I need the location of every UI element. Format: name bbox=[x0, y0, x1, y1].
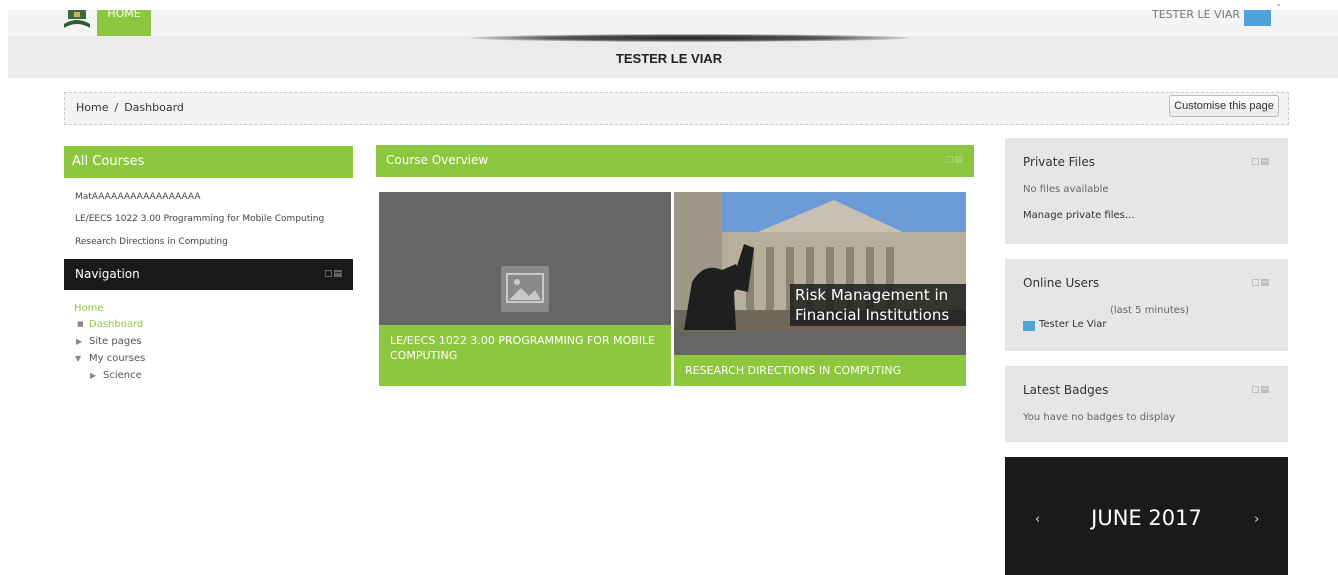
user-avatar bbox=[1023, 321, 1035, 331]
collapse-arrow-icon[interactable]: ▼ bbox=[75, 354, 81, 363]
navigation-title: Navigation bbox=[75, 267, 140, 281]
nav-dashboard[interactable]: Dashboard bbox=[89, 319, 143, 330]
course-card-caption[interactable]: RESEARCH DIRECTIONS IN COMPUTING bbox=[674, 355, 966, 386]
course-card-caption[interactable]: LE/EECS 1022 3.00 PROGRAMMING FOR MOBILE… bbox=[379, 325, 671, 386]
user-menu-name[interactable]: TESTER LE VIAR bbox=[1152, 8, 1240, 21]
course-card[interactable]: LE/EECS 1022 3.00 PROGRAMMING FOR MOBILE… bbox=[379, 192, 671, 386]
nav-science[interactable]: Science bbox=[103, 370, 142, 381]
image-placeholder-icon bbox=[501, 266, 549, 312]
breadcrumb: Home / Dashboard bbox=[76, 101, 184, 114]
block-controls-icon[interactable]: ▢▤ bbox=[324, 269, 343, 279]
course-overview-title: Course Overview bbox=[386, 153, 489, 167]
nav-home[interactable]: Home bbox=[74, 303, 104, 314]
breadcrumb-dashboard: Dashboard bbox=[124, 101, 184, 114]
course-overview-header: Course Overview ▢▤ bbox=[376, 145, 974, 177]
no-files-text: No files available bbox=[1023, 184, 1109, 195]
online-users-title: Online Users bbox=[1023, 276, 1100, 290]
breadcrumb-bar bbox=[64, 92, 1289, 125]
breadcrumb-separator: / bbox=[114, 101, 119, 114]
top-navbar bbox=[8, 10, 1338, 36]
customise-page-button[interactable]: Customise this page bbox=[1169, 95, 1279, 117]
expand-arrow-icon[interactable]: ▶ bbox=[90, 371, 96, 380]
block-controls-icon[interactable]: ▢▤ bbox=[945, 155, 964, 165]
navigation-header: Navigation ▢▤ bbox=[64, 259, 353, 290]
course-card[interactable]: Risk Management in Financial Institution… bbox=[674, 192, 966, 386]
home-tab[interactable]: HOME bbox=[97, 8, 151, 36]
block-controls-icon[interactable]: ▢▤ bbox=[1251, 157, 1270, 167]
user-menu-caret-icon[interactable]: ˇ bbox=[1276, 4, 1281, 15]
private-files-title: Private Files bbox=[1023, 155, 1095, 169]
header-decoration bbox=[470, 34, 910, 42]
course-image-title: Risk Management in Financial Institution… bbox=[790, 284, 966, 326]
online-users-block: Online Users ▢▤ (last 5 minutes) Tester … bbox=[1005, 259, 1288, 351]
online-period-text: (last 5 minutes) bbox=[1110, 305, 1190, 316]
bullet-icon: ■ bbox=[77, 320, 84, 328]
latest-badges-block: Latest Badges ▢▤ You have no badges to d… bbox=[1005, 366, 1288, 442]
site-logo-icon[interactable] bbox=[64, 10, 90, 30]
private-files-block: Private Files ▢▤ No files available Mana… bbox=[1005, 138, 1288, 244]
breadcrumb-home[interactable]: Home bbox=[76, 101, 108, 114]
online-user-link[interactable]: Tester Le Viar bbox=[1039, 319, 1107, 330]
expand-arrow-icon[interactable]: ▶ bbox=[76, 337, 82, 346]
block-controls-icon[interactable]: ▢▤ bbox=[1251, 385, 1270, 395]
course-link[interactable]: Research Directions in Computing bbox=[75, 237, 228, 247]
manage-private-files-link[interactable]: Manage private files... bbox=[1023, 210, 1134, 221]
all-courses-header: All Courses bbox=[64, 146, 353, 178]
calendar-month: JUNE 2017 bbox=[1091, 506, 1202, 530]
block-controls-icon[interactable]: ▢▤ bbox=[1251, 278, 1270, 288]
page-title: TESTER LE VIAR bbox=[615, 51, 723, 66]
no-badges-text: You have no badges to display bbox=[1023, 412, 1176, 423]
user-avatar[interactable] bbox=[1244, 10, 1271, 26]
calendar-block: ‹ JUNE 2017 › bbox=[1005, 457, 1288, 575]
nav-site-pages[interactable]: Site pages bbox=[89, 336, 142, 347]
latest-badges-title: Latest Badges bbox=[1023, 383, 1109, 397]
nav-my-courses[interactable]: My courses bbox=[89, 353, 145, 364]
calendar-next-icon[interactable]: › bbox=[1254, 512, 1259, 527]
course-link[interactable]: MatAAAAAAAAAAAAAAAAA bbox=[75, 192, 200, 202]
course-link[interactable]: LE/EECS 1022 3.00 Programming for Mobile… bbox=[75, 214, 324, 224]
